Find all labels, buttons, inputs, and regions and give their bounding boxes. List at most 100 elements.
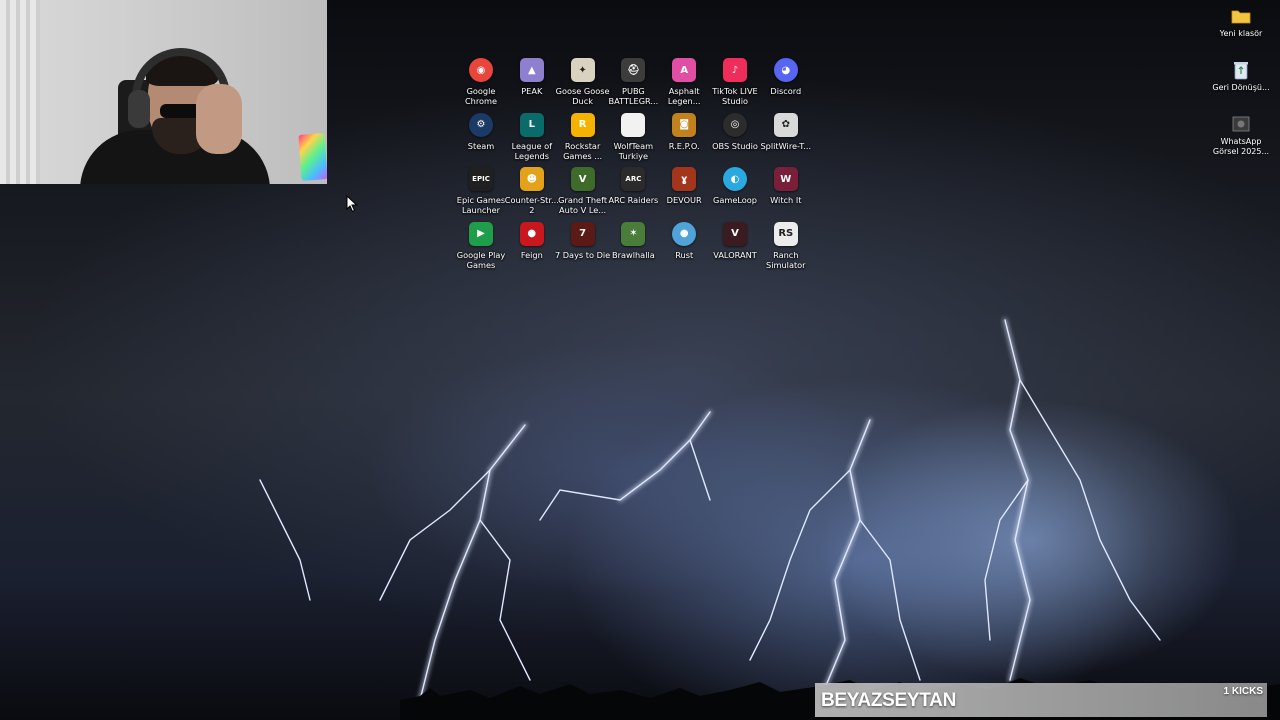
desktop-shortcut[interactable]: ▲ PEAK [506, 58, 558, 96]
image-file-icon [1230, 114, 1252, 134]
steam-icon: ⚙ [469, 112, 493, 137]
desktop-shortcut[interactable]: V Grand Theft Auto V Le... [557, 167, 609, 215]
asphalt-icon: A [672, 58, 697, 82]
desktop-shortcut[interactable]: ◐ GameLoop [709, 167, 761, 205]
desktop-shortcut-label: VALORANT [713, 249, 757, 260]
desktop-shortcut[interactable]: L League of Legends [506, 112, 558, 161]
kick-count: 1 KICKS [1223, 686, 1263, 697]
curtain [0, 0, 40, 184]
desktop-shortcut[interactable]: ♪ TikTok LIVE Studio [709, 58, 761, 106]
desktop-shortcut-label: Steam [467, 140, 495, 151]
desktop-shortcut-label: WolfTeam Turkiye [613, 140, 654, 161]
desktop-shortcut-label: Discord [770, 86, 802, 96]
streamer-hand [196, 84, 242, 154]
desktop-shortcut[interactable]: ● Rust [658, 221, 710, 260]
desktop-shortcut[interactable]: ◎ OBS Studio [709, 112, 761, 151]
desktop-shortcut[interactable]: ◙ R.E.P.O. [658, 112, 710, 151]
desktop-shortcut[interactable]: ⛑ PUBG BATTLEGR... [607, 58, 659, 106]
desktop-shortcut-label: Rockstar Games ... [563, 140, 603, 161]
kick-username: BEYAZSEYTAN [821, 690, 957, 711]
desktop-shortcut-label: R.E.P.O. [668, 140, 700, 151]
desktop-shortcut[interactable]: A Asphalt Legen... [658, 58, 710, 106]
epic-icon: EPIC [469, 167, 493, 192]
desktop-shortcut-label: GameLoop [712, 195, 757, 206]
desktop-shortcut-label: Ranch Simulator [766, 249, 806, 270]
witch-it-icon: W [773, 167, 798, 192]
desktop-shortcut[interactable]: ✿ SplitWire-T... [760, 112, 812, 151]
splitwire-icon: ✿ [773, 112, 798, 137]
desktop-shortcut[interactable]: ARC ARC Raiders [607, 167, 659, 205]
desktop-shortcut-label: OBS Studio [712, 140, 758, 151]
discord-icon: ◕ [773, 58, 798, 82]
desktop-shortcut-label: Asphalt Legen... [667, 86, 701, 106]
file-icon [621, 112, 646, 137]
desktop-shortcut[interactable]: EPIC Epic Games Launcher [455, 167, 507, 215]
desktop-shortcut-label: Google Chrome [464, 86, 498, 106]
desktop-shortcut-label: WhatsApp Görsel 2025... [1212, 137, 1270, 156]
desktop-shortcut[interactable]: ▶ Google Play Games [455, 221, 507, 270]
desktop-shortcut[interactable]: ◉ Google Chrome [455, 58, 507, 106]
desktop-shortcut-label: TikTok LIVE Studio [712, 86, 758, 106]
desktop-shortcut-label: SplitWire-T... [760, 140, 812, 151]
desktop-shortcut-label: Counter-Str... 2 [504, 195, 559, 216]
streamer-webcam [0, 0, 327, 184]
desktop-shortcut-label: ARC Raiders [608, 195, 659, 206]
desktop-shortcut-label: Rust [675, 249, 694, 260]
brawlhalla-icon: ✶ [621, 221, 646, 246]
desktop-shortcut[interactable]: W Witch It [760, 167, 812, 205]
desktop-shortcut-label: Grand Theft Auto V Le... [558, 195, 608, 216]
desktop-shortcut[interactable]: 7 7 Days to Die [554, 221, 611, 260]
desktop-shortcut[interactable]: ◕ Discord [760, 58, 812, 96]
desktop-shortcut[interactable]: ɣ DEVOUR [658, 167, 710, 205]
desktop-shortcut[interactable]: ✦ Goose Goose Duck [555, 58, 610, 106]
desktop-shortcut[interactable]: ⚙ Steam [455, 112, 507, 151]
obs-icon: ◎ [723, 112, 747, 137]
desktop-shortcut-label: League of Legends [511, 140, 552, 161]
desktop-shortcut[interactable]: WolfTeam Turkiye [607, 112, 659, 161]
desktop-shortcut[interactable]: ● Feign [506, 221, 558, 260]
desktop-shortcut[interactable]: RS Ranch Simulator [760, 221, 812, 270]
desktop-shortcut[interactable]: ☻ Counter-Str... 2 [504, 167, 559, 216]
desktop-shortcut[interactable]: Yeni klasör [1211, 6, 1271, 39]
lol-icon: L [519, 112, 544, 137]
rockstar-icon: R [570, 112, 595, 137]
tiktok-icon: ♪ [723, 58, 747, 82]
desktop-shortcut-label: Goose Goose Duck [555, 86, 610, 106]
chrome-icon: ◉ [469, 58, 493, 82]
desktop-shortcut[interactable]: V VALORANT [709, 221, 761, 260]
desktop-shortcut[interactable]: R Rockstar Games ... [557, 112, 609, 161]
cs2-icon: ☻ [519, 167, 544, 192]
rgb-light [298, 133, 327, 181]
desktop-shortcut-label: Google Play Games [456, 249, 506, 270]
desktop-shortcut[interactable]: Geri Dönüşü... [1211, 60, 1271, 93]
desktop-shortcut-label: PEAK [521, 86, 543, 96]
desktop-shortcut-label: Feign [520, 249, 543, 260]
feign-icon: ● [519, 221, 544, 246]
mouse-cursor-icon [346, 195, 358, 213]
folder-icon [1230, 6, 1252, 26]
desktop-shortcut-label: PUBG BATTLEGR... [608, 86, 659, 106]
desktop-shortcut-label: Geri Dönüşü... [1212, 83, 1270, 92]
recycle-bin-icon [1230, 60, 1252, 80]
play-games-icon: ▶ [469, 221, 493, 246]
gta-icon: V [570, 167, 595, 192]
ranch-icon: RS [773, 221, 798, 246]
headset-earcup [128, 90, 150, 128]
desktop-shortcut[interactable]: WhatsApp Görsel 2025... [1211, 114, 1271, 157]
arc-raiders-icon: ARC [621, 167, 646, 192]
goose-icon: ✦ [570, 58, 595, 82]
desktop-shortcut[interactable]: ✶ Brawlhalla [607, 221, 659, 260]
rust-icon: ● [672, 221, 697, 246]
desktop-shortcut-label: Yeni klasör [1219, 29, 1263, 38]
7dtd-icon: 7 [570, 221, 595, 246]
peak-icon: ▲ [519, 58, 544, 82]
desktop-shortcut-label: Witch It [770, 195, 802, 206]
desktop-shortcut-label: DEVOUR [666, 195, 702, 206]
desktop-shortcut-label: Brawlhalla [612, 249, 655, 260]
desktop-shortcut-label: Epic Games Launcher [456, 195, 506, 216]
kick-alert-overlay: BEYAZSEYTAN 1 KICKS [815, 683, 1267, 717]
devour-icon: ɣ [672, 167, 697, 192]
gameloop-icon: ◐ [723, 167, 747, 192]
pubg-icon: ⛑ [621, 58, 646, 82]
desktop-shortcut-label: 7 Days to Die [554, 249, 611, 260]
